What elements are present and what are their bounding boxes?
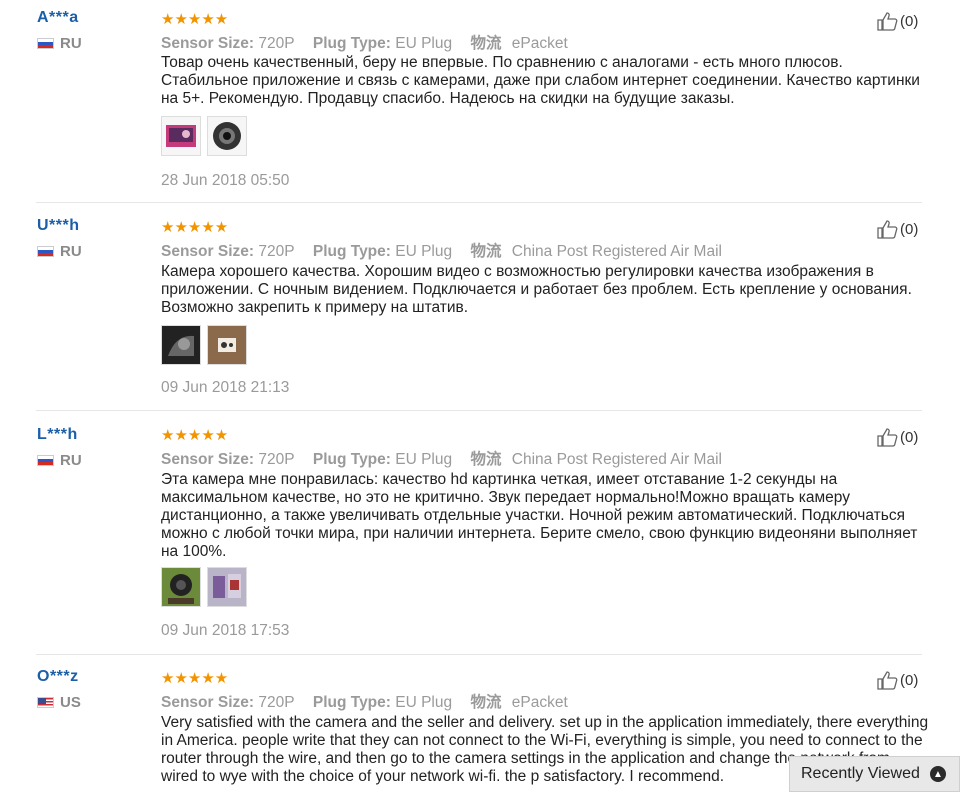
review-photo-thumbnail[interactable] (207, 116, 247, 156)
review-text: Товар очень качественный, беру не впервы… (161, 54, 920, 107)
thumbs-up-icon (877, 671, 898, 690)
reviewer-name[interactable]: L***h (37, 426, 78, 444)
star-rating: ★★★★★ (161, 11, 229, 28)
sensor-size-value: 720P (258, 694, 295, 711)
review-photos (161, 567, 247, 607)
country-code: RU (60, 452, 82, 469)
review-photo-thumbnail[interactable] (161, 116, 201, 156)
sensor-size-label: Sensor Size: (161, 451, 255, 468)
plug-type-label: Plug Type: (312, 35, 391, 52)
flag-icon (37, 455, 54, 466)
review-photos (161, 325, 247, 365)
recently-viewed-label: Recently Viewed (801, 765, 920, 782)
helpful-button[interactable]: (0) (876, 219, 918, 239)
review-text: Эта камера мне понравилась: качество hd … (161, 471, 918, 560)
helpful-count: (0) (900, 428, 919, 446)
plug-type-label: Plug Type: (312, 451, 391, 468)
chevron-up-icon: ▲ (929, 766, 946, 782)
shipping-value: China Post Registered Air Mail (511, 243, 722, 260)
country-code: RU (60, 35, 82, 52)
plug-type-value: EU Plug (395, 694, 453, 711)
reviewer-name[interactable]: U***h (37, 217, 80, 235)
helpful-count: (0) (900, 220, 919, 238)
product-attributes: Sensor Size: 720P Plug Type: EU Plug 物流 … (161, 447, 722, 469)
reviewer-country: RU (37, 243, 82, 260)
shipping-value: ePacket (511, 35, 568, 52)
product-attributes: Sensor Size: 720P Plug Type: EU Plug 物流 … (161, 239, 722, 261)
helpful-button[interactable]: (0) (876, 670, 918, 690)
star-rating: ★★★★★ (161, 427, 229, 444)
helpful-count: (0) (900, 12, 919, 30)
shipping-value: ePacket (511, 694, 568, 711)
reviewer-name[interactable]: A***a (37, 9, 79, 27)
sensor-size-label: Sensor Size: (161, 694, 255, 711)
review-date: 28 Jun 2018 05:50 (161, 172, 290, 189)
shipping-label: 物流 (470, 694, 502, 711)
reviewer-country: RU (37, 452, 82, 469)
sensor-size-value: 720P (258, 451, 295, 468)
review-photo-thumbnail[interactable] (161, 567, 201, 607)
review-photo-thumbnail[interactable] (207, 567, 247, 607)
shipping-label: 物流 (470, 451, 502, 468)
flag-icon (37, 38, 54, 49)
review-photo-thumbnail[interactable] (161, 325, 201, 365)
recently-viewed-button[interactable]: Recently Viewed ▲ (789, 756, 960, 792)
helpful-button[interactable]: (0) (876, 11, 918, 31)
thumbs-up-icon (877, 12, 898, 31)
sensor-size-value: 720P (258, 243, 295, 260)
plug-type-value: EU Plug (395, 451, 453, 468)
sensor-size-value: 720P (258, 35, 295, 52)
reviewer-country: US (37, 694, 81, 711)
review-photos (161, 116, 247, 156)
country-code: US (60, 694, 81, 711)
star-rating: ★★★★★ (161, 219, 229, 236)
review-text: Камера хорошего качества. Хорошим видео … (161, 263, 912, 316)
plug-type-value: EU Plug (395, 243, 453, 260)
shipping-label: 物流 (470, 243, 502, 260)
helpful-count: (0) (900, 671, 919, 689)
reviewer-name[interactable]: O***z (37, 668, 79, 686)
shipping-value: China Post Registered Air Mail (511, 451, 722, 468)
shipping-label: 物流 (470, 35, 502, 52)
flag-icon (37, 246, 54, 257)
thumbs-up-icon (877, 220, 898, 239)
review-divider (36, 654, 922, 655)
review-photo-thumbnail[interactable] (207, 325, 247, 365)
review-date: 09 Jun 2018 21:13 (161, 379, 290, 396)
review-date: 09 Jun 2018 17:53 (161, 622, 290, 639)
country-code: RU (60, 243, 82, 260)
flag-icon (37, 697, 54, 708)
sensor-size-label: Sensor Size: (161, 35, 255, 52)
star-rating: ★★★★★ (161, 670, 229, 687)
review-divider (36, 202, 922, 203)
plug-type-value: EU Plug (395, 35, 453, 52)
plug-type-label: Plug Type: (312, 694, 391, 711)
product-attributes: Sensor Size: 720P Plug Type: EU Plug 物流 … (161, 31, 568, 53)
thumbs-up-icon (877, 428, 898, 447)
review-divider (36, 410, 922, 411)
sensor-size-label: Sensor Size: (161, 243, 255, 260)
plug-type-label: Plug Type: (312, 243, 391, 260)
helpful-button[interactable]: (0) (876, 427, 918, 447)
product-attributes: Sensor Size: 720P Plug Type: EU Plug 物流 … (161, 690, 568, 712)
reviewer-country: RU (37, 35, 82, 52)
